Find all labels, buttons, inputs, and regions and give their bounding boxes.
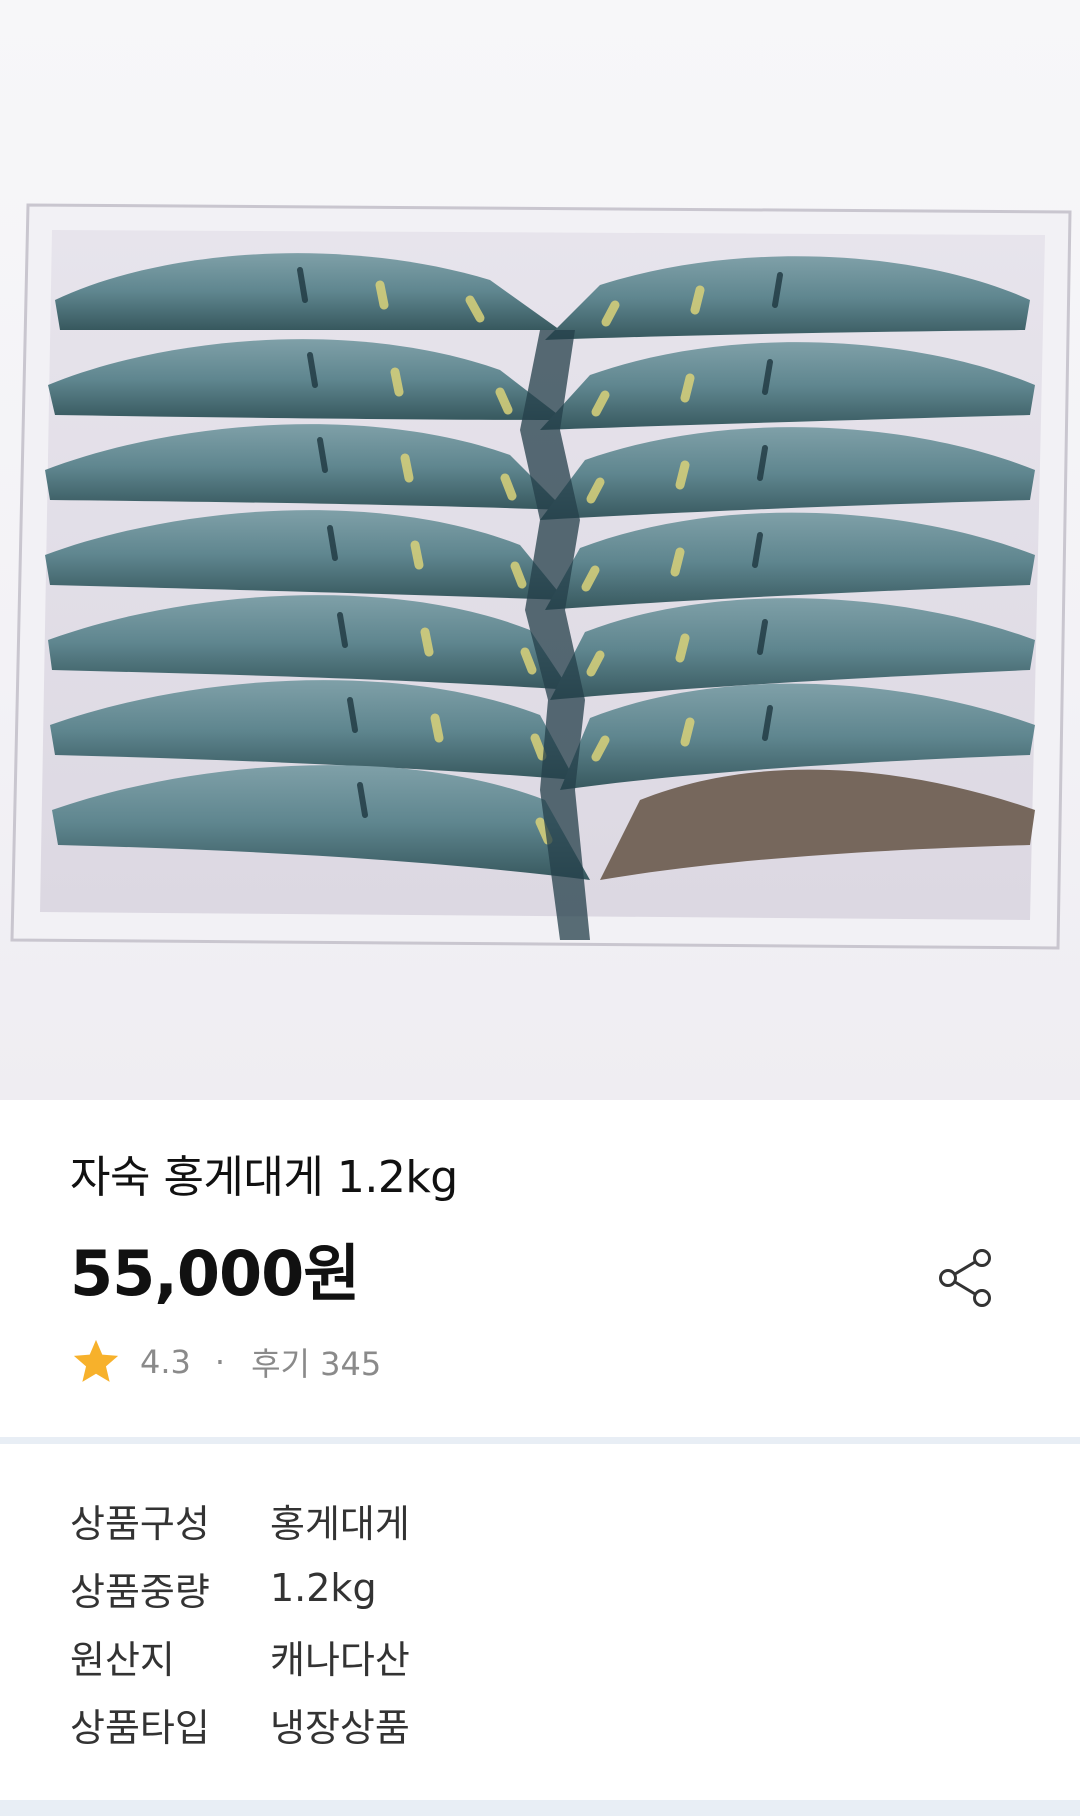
spec-label: 원산지: [70, 1637, 175, 1682]
spec-row-composition: 상품구성 홍게대게: [70, 1486, 1010, 1554]
section-divider: [0, 1437, 1080, 1444]
spec-label: 상품타입: [70, 1705, 210, 1750]
product-title: 자숙 홍게대게 1.2kg: [70, 1152, 458, 1203]
spec-row-weight: 상품중량 1.2kg: [70, 1554, 1010, 1622]
spec-label: 상품중량: [70, 1569, 210, 1614]
share-button[interactable]: [930, 1242, 1002, 1314]
rating-separator: ·: [214, 1343, 226, 1381]
shrimp-box-photo: [10, 203, 1072, 950]
spec-value: 캐나다산: [270, 1637, 410, 1682]
bottom-divider: [0, 1800, 1080, 1816]
spec-value: 냉장상품: [270, 1705, 410, 1750]
spec-row-type: 상품타입 냉장상품: [70, 1690, 1010, 1758]
star-icon: [73, 1339, 119, 1382]
spec-list: 상품구성 홍게대게 상품중량 1.2kg 원산지 캐나다산 상품타입 냉장상품: [70, 1486, 1010, 1758]
spec-row-origin: 원산지 캐나다산: [70, 1622, 1010, 1690]
product-detail-screen: 자숙 홍게대게 1.2kg 55,000원 4.3 · 후기 345 상품구성 …: [0, 0, 1080, 1816]
share-icon: [939, 1249, 991, 1307]
spec-value: 1.2kg: [270, 1566, 377, 1610]
product-image: [0, 0, 1080, 1100]
rating-value: 4.3: [140, 1343, 191, 1381]
product-price: 55,000원: [70, 1237, 360, 1310]
review-count[interactable]: 후기 345: [251, 1339, 381, 1385]
spec-value: 홍게대게: [270, 1501, 410, 1546]
rating-row[interactable]: 4.3 · 후기 345: [70, 1334, 381, 1390]
spec-label: 상품구성: [70, 1501, 210, 1546]
